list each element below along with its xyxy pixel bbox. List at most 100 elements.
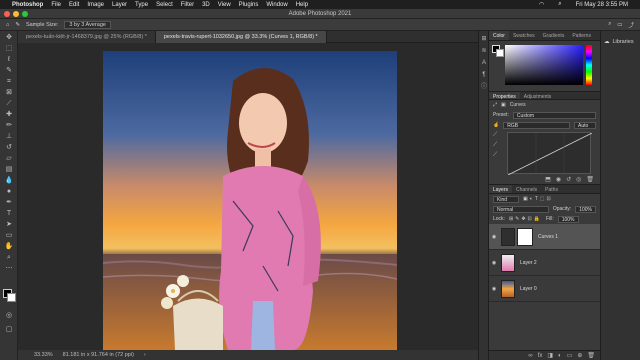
type-tool-icon[interactable]: T <box>3 209 15 218</box>
zoom-level[interactable]: 33.33% <box>34 352 53 358</box>
hue-slider[interactable] <box>586 45 592 85</box>
gradient-tool-icon[interactable]: ▤ <box>3 165 15 174</box>
wifi-icon[interactable]: ◠ <box>539 1 544 8</box>
background-swatch[interactable] <box>496 49 504 57</box>
clock[interactable]: Fri May 28 3:55 PM <box>576 2 628 8</box>
tab-color[interactable]: Color <box>489 31 509 40</box>
menu-plugins[interactable]: Plugins <box>239 2 259 8</box>
menu-type[interactable]: Type <box>135 2 148 8</box>
tab-swatches[interactable]: Swatches <box>509 31 539 40</box>
menu-file[interactable]: File <box>51 2 61 8</box>
info-icon[interactable]: ⓘ <box>480 83 488 91</box>
trash-icon[interactable]: 🗑 <box>586 176 594 183</box>
move-tool-icon[interactable]: ✥ <box>3 33 15 42</box>
tab-paths[interactable]: Paths <box>541 185 562 193</box>
layer-row-layer-0[interactable]: ◉ Layer 0 <box>489 276 600 302</box>
target-adjust-icon[interactable]: ☝ <box>493 122 499 128</box>
tab-properties[interactable]: Properties <box>489 92 520 100</box>
reset-icon[interactable]: ↺ <box>566 176 571 183</box>
tab-layers[interactable]: Layers <box>489 185 513 193</box>
visibility-icon[interactable]: ◎ <box>576 176 581 183</box>
libraries-tab[interactable]: ☁ Libraries <box>601 31 640 53</box>
menu-layer[interactable]: Layer <box>112 2 127 8</box>
character-icon[interactable]: A <box>480 59 488 67</box>
menu-help[interactable]: Help <box>296 2 308 8</box>
eyedropper-icon[interactable]: ⟋ <box>3 99 15 108</box>
layer-mask-thumbnail[interactable] <box>517 227 533 246</box>
mask-icon[interactable]: ▣ <box>501 102 506 108</box>
layer-row-layer-2[interactable]: ◉ Layer 2 <box>489 250 600 276</box>
hand-tool-icon[interactable]: ✋ <box>3 242 15 251</box>
tab-document-1[interactable]: pexels-tuấn-kiệt-jr-1468379.jpg @ 25% (R… <box>18 31 156 43</box>
tab-channels[interactable]: Channels <box>512 185 541 193</box>
lasso-tool-icon[interactable]: ℓ <box>3 55 15 64</box>
fx-icon[interactable]: fx <box>538 353 543 359</box>
eraser-tool-icon[interactable]: ▱ <box>3 154 15 163</box>
tab-document-2[interactable]: pexels-travis-rupert-1032650.jpg @ 33.3%… <box>155 31 327 43</box>
menu-image[interactable]: Image <box>87 2 104 8</box>
workspace-icon[interactable]: ▭ <box>617 22 622 28</box>
new-adjustment-icon[interactable]: ◐ <box>558 353 562 359</box>
new-group-icon[interactable]: ▭ <box>567 352 573 359</box>
close-window-button[interactable] <box>4 11 10 17</box>
tab-gradients[interactable]: Gradients <box>539 31 569 40</box>
paragraph-icon[interactable]: ¶ <box>480 71 488 79</box>
crop-tool-icon[interactable]: ⌗ <box>3 77 15 86</box>
background-color-swatch[interactable] <box>7 293 16 302</box>
sample-size-select[interactable]: 3 by 3 Average <box>64 20 111 29</box>
status-arrow-icon[interactable]: › <box>144 352 146 358</box>
search-icon[interactable]: ⌕ <box>608 21 611 28</box>
zoom-window-button[interactable] <box>22 11 28 17</box>
blur-tool-icon[interactable]: 💧 <box>3 176 15 185</box>
visibility-eye-icon[interactable]: ◉ <box>490 286 498 292</box>
zoom-tool-icon[interactable]: ⌕ <box>3 253 15 262</box>
healing-brush-icon[interactable]: ✚ <box>3 110 15 119</box>
image-canvas[interactable] <box>103 51 397 350</box>
history-brush-icon[interactable]: ↺ <box>3 143 15 152</box>
add-mask-icon[interactable]: ◨ <box>547 352 553 359</box>
opacity-input[interactable]: 100% <box>575 205 596 213</box>
home-icon[interactable]: ⌂ <box>6 22 9 28</box>
view-previous-icon[interactable]: ◉ <box>556 176 561 183</box>
history-icon[interactable]: ⊞ <box>480 35 488 43</box>
layer-filter-select[interactable]: Kind <box>493 195 519 203</box>
new-layer-icon[interactable]: ⊕ <box>577 352 582 359</box>
color-picker-field[interactable] <box>505 45 583 85</box>
more-tools-icon[interactable]: ⋯ <box>3 264 15 273</box>
clip-to-layer-icon[interactable]: ⬒ <box>545 176 551 183</box>
delete-layer-icon[interactable]: 🗑 <box>587 352 595 359</box>
menu-edit[interactable]: Edit <box>69 2 79 8</box>
layer-row-curves-1[interactable]: ◉ Curves 1 <box>489 224 600 250</box>
menu-filter[interactable]: Filter <box>181 2 194 8</box>
channel-select[interactable]: RGB <box>503 121 570 129</box>
share-icon[interactable]: ⤴ <box>628 21 634 29</box>
menu-select[interactable]: Select <box>156 2 173 8</box>
visibility-eye-icon[interactable]: ◉ <box>490 234 498 240</box>
dodge-tool-icon[interactable]: ● <box>3 187 15 196</box>
blend-mode-select[interactable]: Normal <box>493 205 549 213</box>
layer-name[interactable]: Curves 1 <box>538 234 558 240</box>
minimize-window-button[interactable] <box>13 11 19 17</box>
rectangle-tool-icon[interactable]: ▭ <box>3 231 15 240</box>
clone-stamp-icon[interactable]: ⊥ <box>3 132 15 141</box>
auto-button[interactable]: Auto <box>574 121 596 129</box>
menu-3d[interactable]: 3D <box>202 2 210 8</box>
quick-select-tool-icon[interactable]: ✎ <box>3 66 15 75</box>
screen-mode-icon[interactable]: ▢ <box>3 325 15 334</box>
menu-view[interactable]: View <box>218 2 231 8</box>
filter-icons[interactable]: ▣◐T⬚⊡ <box>523 196 553 202</box>
preset-select[interactable]: Custom <box>512 111 596 119</box>
pen-tool-icon[interactable]: ✒ <box>3 198 15 207</box>
visibility-eye-icon[interactable]: ◉ <box>490 260 498 266</box>
brush-tool-icon[interactable]: ✏ <box>3 121 15 130</box>
tab-patterns[interactable]: Patterns <box>568 31 595 40</box>
app-menu-photoshop[interactable]: Photoshop <box>12 2 43 8</box>
eyedropper-tool-icon[interactable]: ✎ <box>15 22 20 28</box>
black-point-eyedropper-icon[interactable]: ⟋ <box>493 132 497 139</box>
layer-name[interactable]: Layer 0 <box>520 286 537 292</box>
document-workspace[interactable] <box>18 43 484 350</box>
fill-input[interactable]: 100% <box>557 215 579 223</box>
curves-graph[interactable] <box>507 132 593 176</box>
path-select-icon[interactable]: ➤ <box>3 220 15 229</box>
menu-window[interactable]: Window <box>266 2 287 8</box>
